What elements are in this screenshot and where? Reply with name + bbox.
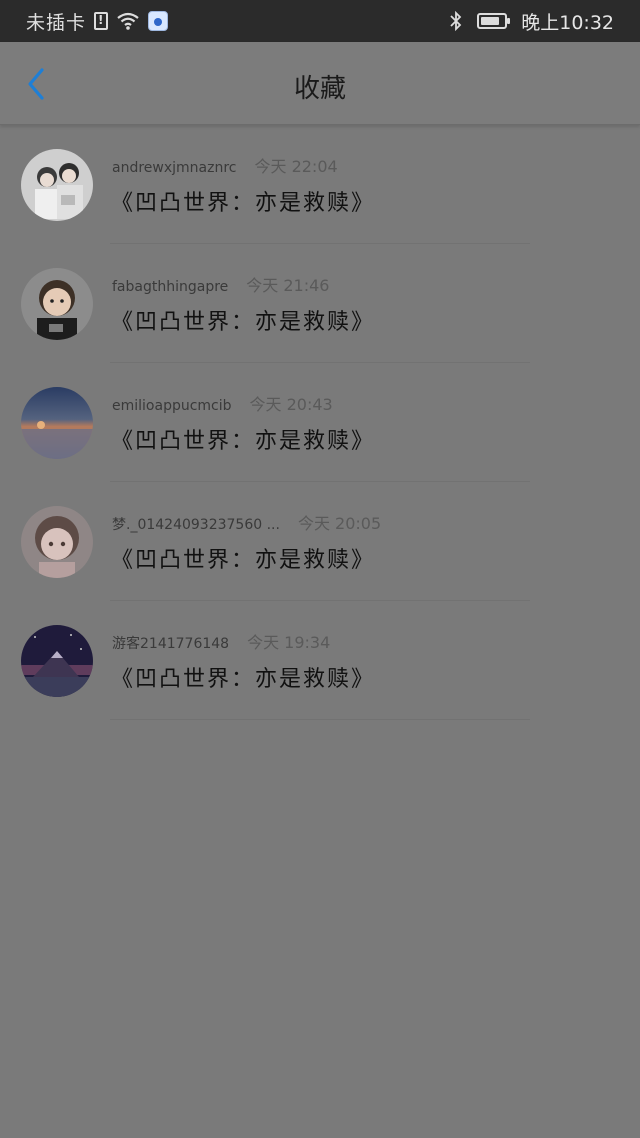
status-bar: 未插卡 晚上10:32 [0,0,640,42]
timestamp: 今天 22:04 [254,157,338,176]
list-item[interactable]: emilioappucmcib 今天 20:43 《凹凸世界：亦是救赎》 [0,363,640,482]
username: 梦._01424093237560 ... [112,517,280,533]
avatar [21,149,93,221]
list-item[interactable]: andrewxjmnaznrc 今天 22:04 《凹凸世界：亦是救赎》 [0,125,640,244]
avatar [21,268,93,340]
item-title: 《凹凸世界：亦是救赎》 [111,548,376,573]
avatar [21,625,93,697]
page-title: 收藏 [293,74,346,104]
timestamp: 今天 20:43 [249,395,333,414]
item-title: 《凹凸世界：亦是救赎》 [111,429,376,454]
list-item[interactable]: 梦._01424093237560 ... 今天 20:05 《凹凸世界：亦是救… [0,482,640,601]
sim-alert-icon [94,12,109,30]
header-bar: 收藏 [0,42,640,125]
list-item[interactable]: 游客2141776148 今天 19:34 《凹凸世界：亦是救赎》 [0,601,640,720]
username: emilioappucmcib [112,398,232,414]
bluetooth-icon [450,11,462,31]
app-notification-icon [148,11,169,31]
list-item[interactable]: fabagthhingapre 今天 21:46 《凹凸世界：亦是救赎》 [0,244,640,363]
item-title: 《凹凸世界：亦是救赎》 [111,191,376,216]
username: andrewxjmnaznrc [112,160,237,176]
divider [110,719,530,720]
timestamp: 今天 19:34 [247,633,331,652]
carrier-label: 未插卡 [26,11,87,34]
avatar [21,387,93,459]
battery-icon [477,13,511,29]
timestamp: 今天 21:46 [246,276,330,295]
wifi-icon [117,12,139,30]
item-title: 《凹凸世界：亦是救赎》 [111,667,376,692]
item-title: 《凹凸世界：亦是救赎》 [111,310,376,335]
favorites-list: andrewxjmnaznrc 今天 22:04 《凹凸世界：亦是救赎》 fab… [0,125,640,720]
username: 游客2141776148 [112,636,230,652]
timestamp: 今天 20:05 [297,514,382,533]
clock: 晚上10:32 [521,11,614,34]
avatar [21,506,93,578]
username: fabagthhingapre [112,279,229,295]
